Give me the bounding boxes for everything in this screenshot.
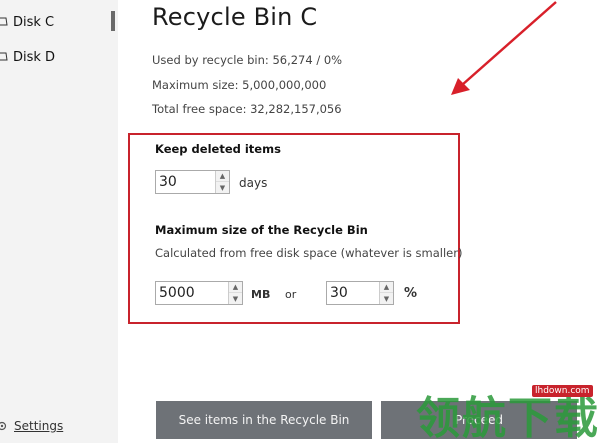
stepper-down-icon[interactable]: ▼ — [380, 293, 393, 304]
max-size-description: Calculated from free disk space (whateve… — [155, 246, 463, 260]
max-size-mb-input[interactable] — [156, 282, 227, 304]
total-free-space: Total free space: 32,282,157,056 — [152, 102, 342, 116]
keep-days-stepper[interactable]: ▲ ▼ — [155, 170, 230, 194]
max-size-percent-input[interactable] — [327, 282, 378, 304]
stepper-buttons: ▲ ▼ — [379, 282, 393, 304]
maximum-size: Maximum size: 5,000,000,000 — [152, 78, 327, 92]
settings-row[interactable]: Settings — [0, 419, 63, 433]
selection-indicator — [111, 11, 115, 31]
days-unit: days — [239, 176, 268, 190]
keep-deleted-heading: Keep deleted items — [155, 142, 281, 156]
watermark-url: lhdown.com — [532, 385, 593, 397]
page-title: Recycle Bin C — [152, 3, 318, 31]
or-label: or — [285, 288, 297, 301]
sidebar-item-disk-d[interactable]: Disk D — [0, 46, 55, 68]
gear-icon — [0, 421, 7, 431]
stepper-up-icon[interactable]: ▲ — [229, 282, 242, 293]
stepper-up-icon[interactable]: ▲ — [216, 171, 229, 182]
max-size-mb-stepper[interactable]: ▲ ▼ — [155, 281, 243, 305]
proceed-button[interactable]: Proceed — [381, 401, 577, 439]
sidebar-item-label: Disk C — [13, 14, 55, 30]
stepper-down-icon[interactable]: ▼ — [216, 182, 229, 193]
sidebar-item-label: Disk D — [13, 49, 56, 65]
settings-link[interactable]: Settings — [14, 419, 63, 433]
stepper-buttons: ▲ ▼ — [228, 282, 242, 304]
drive-icon — [0, 52, 8, 61]
mb-unit: MB — [251, 288, 271, 301]
sidebar-item-disk-c[interactable]: Disk C — [0, 11, 54, 33]
drive-icon — [0, 17, 8, 26]
keep-days-input[interactable] — [156, 171, 214, 193]
used-by-recycle-bin: Used by recycle bin: 56,274 / 0% — [152, 53, 343, 67]
see-items-button[interactable]: See items in the Recycle Bin — [156, 401, 372, 439]
percent-unit: % — [404, 286, 418, 301]
stepper-down-icon[interactable]: ▼ — [229, 293, 242, 304]
sidebar: Disk C Disk D Settings — [0, 0, 118, 443]
max-size-percent-stepper[interactable]: ▲ ▼ — [326, 281, 394, 305]
max-size-heading: Maximum size of the Recycle Bin — [155, 223, 368, 237]
stepper-buttons: ▲ ▼ — [215, 171, 229, 193]
stepper-up-icon[interactable]: ▲ — [380, 282, 393, 293]
